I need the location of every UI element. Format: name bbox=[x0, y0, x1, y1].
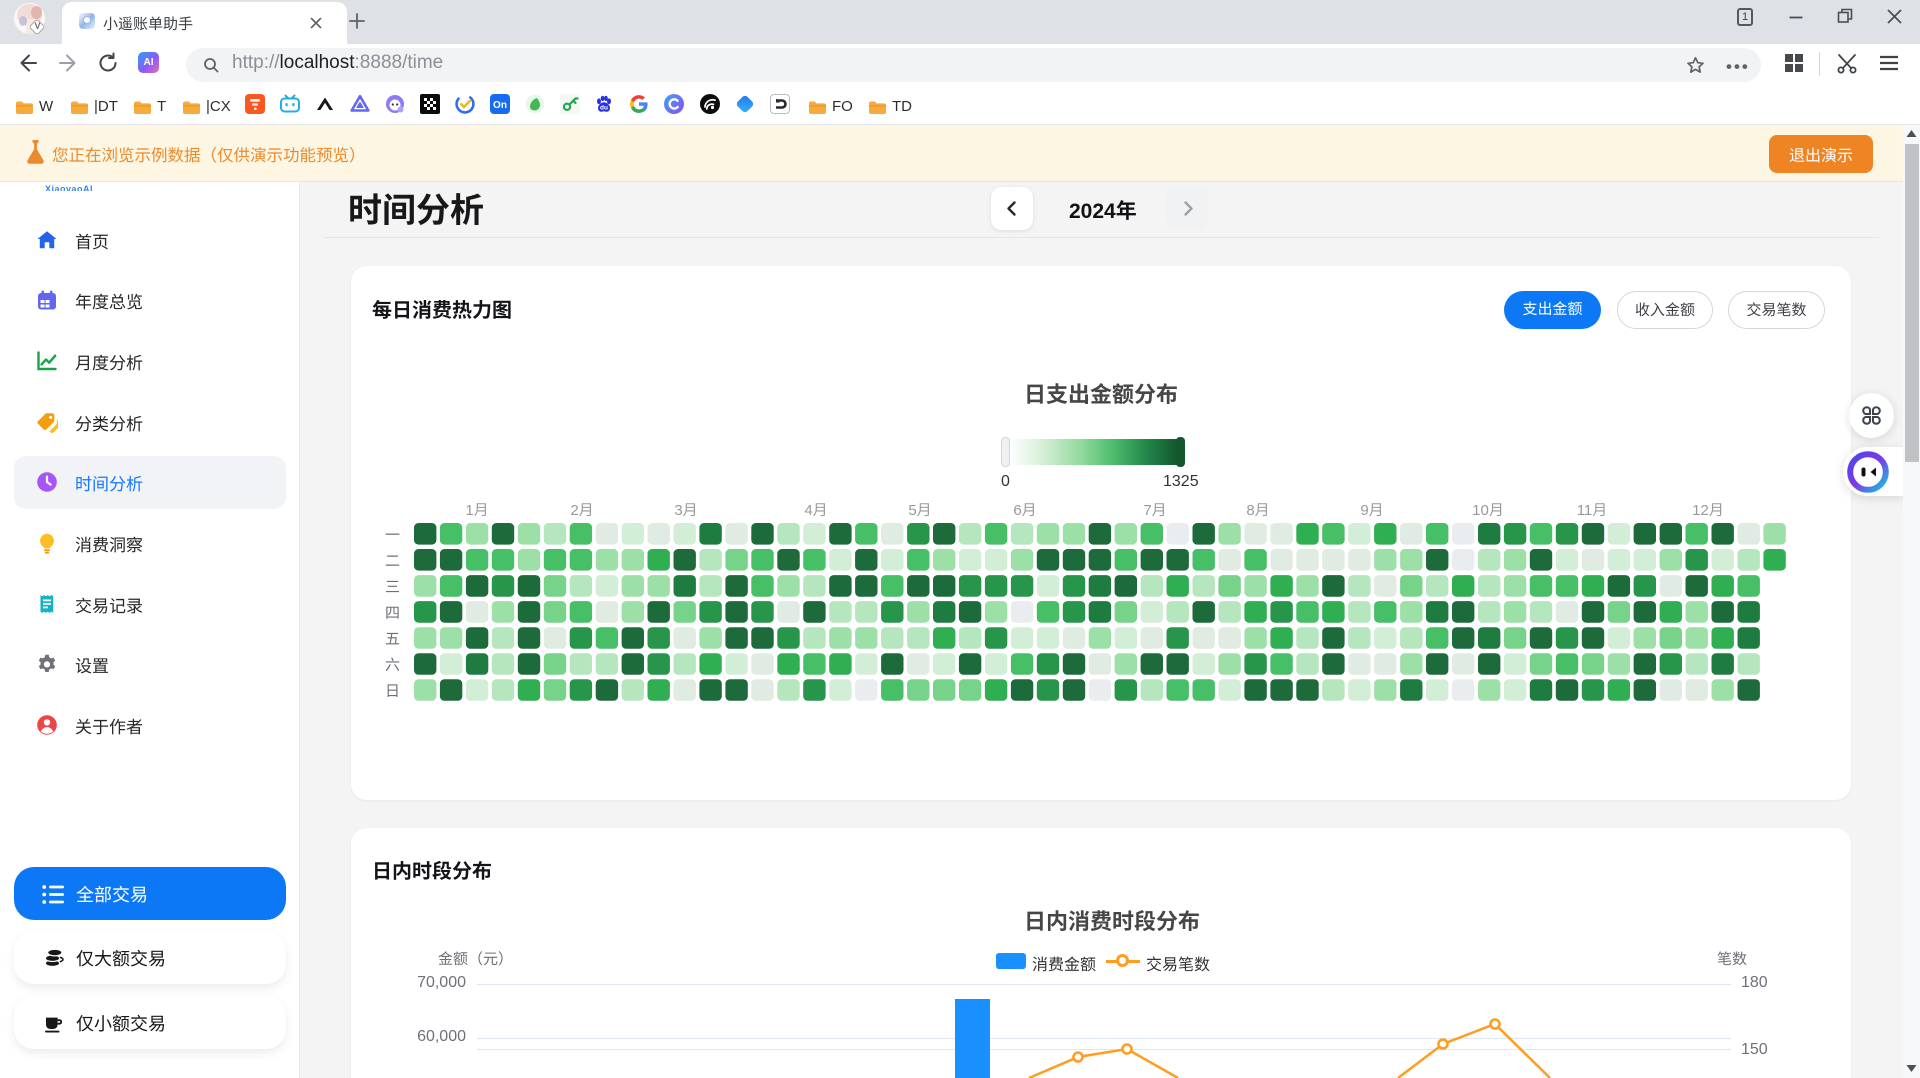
svg-text:du: du bbox=[600, 104, 608, 111]
svg-text:On: On bbox=[493, 100, 507, 111]
